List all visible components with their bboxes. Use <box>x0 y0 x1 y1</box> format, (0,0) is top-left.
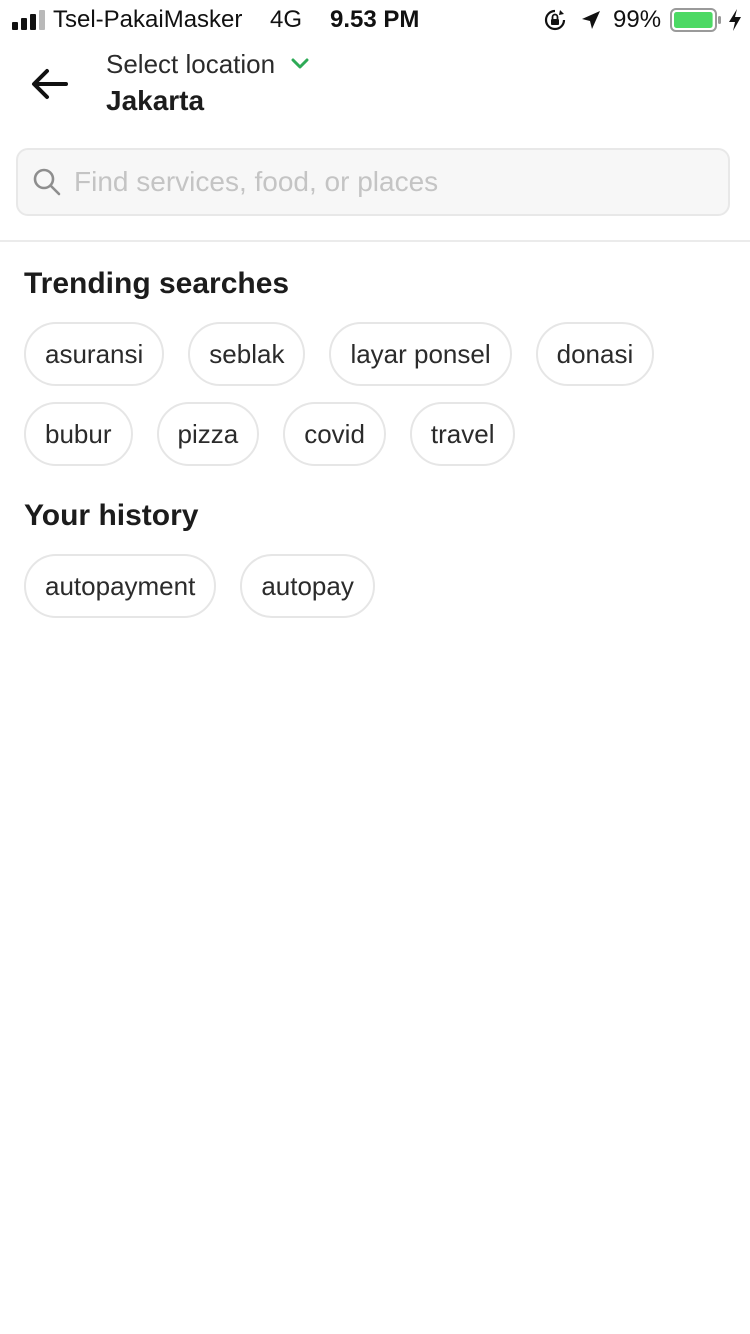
trending-title: Trending searches <box>24 267 290 300</box>
location-caption-row: Select location <box>106 47 309 81</box>
location-arrow-icon <box>582 11 600 29</box>
arrow-left-icon <box>32 69 68 99</box>
location-name: Jakarta <box>106 85 205 116</box>
history-chip[interactable]: autopayment <box>24 554 217 618</box>
trending-chip[interactable]: travel <box>409 402 516 466</box>
orientation-lock-icon <box>544 9 566 31</box>
divider <box>0 240 750 242</box>
location-caption: Select location <box>106 48 276 79</box>
history-chips: autopayment autopay <box>24 554 724 618</box>
carrier-name: Tsel-PakaiMasker <box>53 6 243 33</box>
history-title: Your history <box>24 499 199 532</box>
trending-chip[interactable]: covid <box>283 402 386 466</box>
trending-chips: asuransi seblak layar ponsel donasi bubu… <box>24 322 724 466</box>
back-button[interactable] <box>26 60 74 108</box>
status-bar: Tsel-PakaiMasker 4G 9.53 PM 99% <box>0 0 750 40</box>
battery-icon <box>670 8 721 32</box>
trending-chip[interactable]: pizza <box>156 402 260 466</box>
network-type: 4G <box>270 6 303 33</box>
search-icon <box>33 168 61 196</box>
search-box[interactable] <box>16 148 730 216</box>
history-chip[interactable]: autopay <box>240 554 375 618</box>
charging-icon <box>729 9 741 31</box>
status-time: 9.53 PM <box>330 6 420 33</box>
signal-icon <box>12 10 46 30</box>
trending-chip[interactable]: bubur <box>24 402 133 466</box>
location-selector[interactable]: Select location Jakarta <box>106 47 309 117</box>
chevron-down-icon <box>291 58 309 69</box>
trending-chip[interactable]: asuransi <box>24 322 165 386</box>
trending-chip[interactable]: donasi <box>535 322 655 386</box>
search-input[interactable] <box>74 166 674 198</box>
trending-chip[interactable]: seblak <box>188 322 306 386</box>
trending-chip[interactable]: layar ponsel <box>329 322 512 386</box>
battery-percentage: 99% <box>613 6 662 33</box>
